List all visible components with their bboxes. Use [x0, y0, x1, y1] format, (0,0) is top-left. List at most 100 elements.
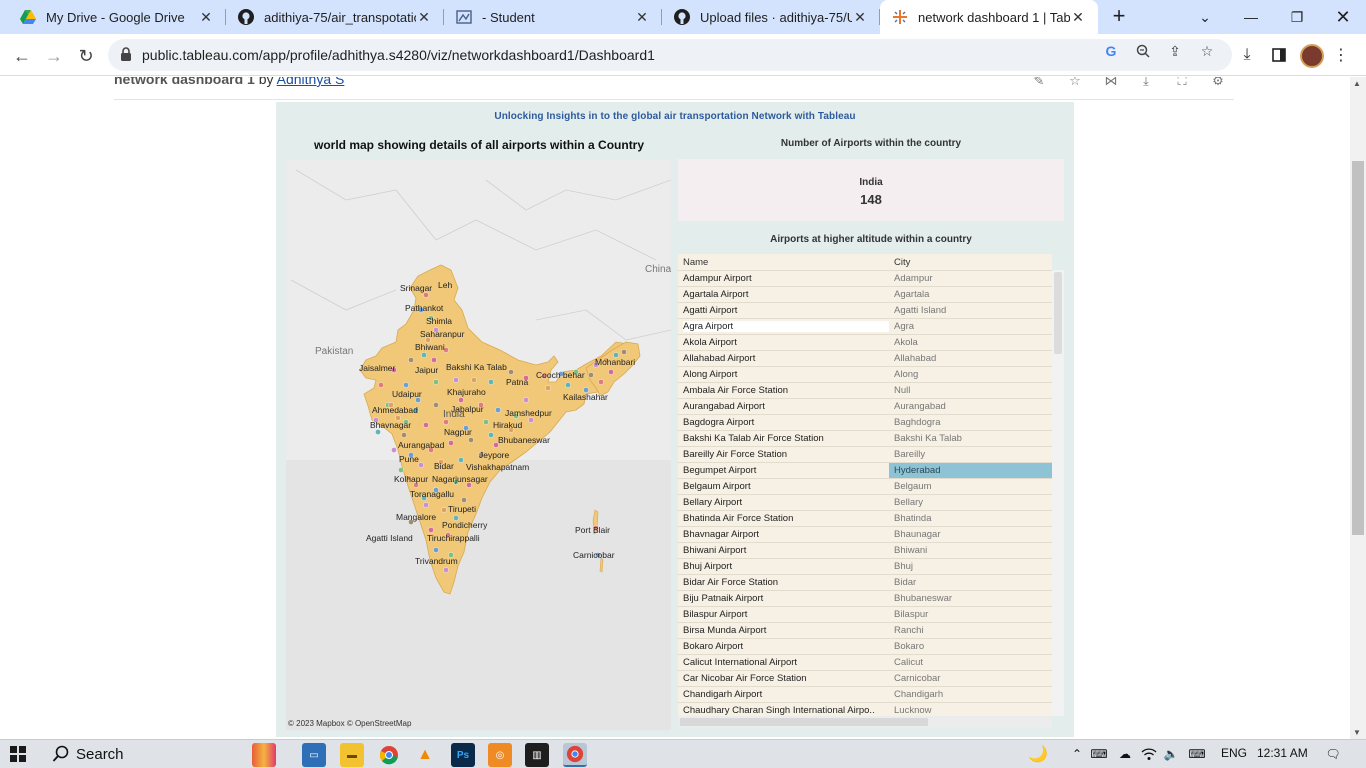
- keyboard-icon[interactable]: ⌨: [1188, 745, 1206, 763]
- table-row[interactable]: Bidar Air Force Station Bidar: [678, 574, 1052, 590]
- weather-icon[interactable]: 🌙: [1026, 745, 1050, 763]
- airport-marker[interactable]: [608, 369, 614, 375]
- airport-marker[interactable]: [458, 397, 464, 403]
- tab-search-chevron-icon[interactable]: ⌄: [1182, 0, 1228, 34]
- reload-icon[interactable]: ↻: [72, 42, 100, 70]
- close-tab-icon[interactable]: ✕: [198, 9, 214, 26]
- airport-marker[interactable]: [588, 372, 594, 378]
- photoshop-icon[interactable]: Ps: [451, 743, 475, 767]
- airport-marker[interactable]: [495, 407, 501, 413]
- table-row[interactable]: Bagdogra Airport Baghdogra: [678, 414, 1052, 430]
- column-header-name[interactable]: Name: [683, 257, 708, 268]
- tab-google-drive[interactable]: My Drive - Google Drive ✕: [8, 0, 226, 34]
- table-row[interactable]: Bhiwani Airport Bhiwani: [678, 542, 1052, 558]
- table-row[interactable]: Akola Airport Akola: [678, 334, 1052, 350]
- table-row[interactable]: Agartala Airport Agartala: [678, 286, 1052, 302]
- airport-marker[interactable]: [418, 462, 424, 468]
- airport-marker[interactable]: [398, 467, 404, 473]
- table-row[interactable]: Bhavnagar Airport Bhaunagar: [678, 526, 1052, 542]
- table-row[interactable]: Along Airport Along: [678, 366, 1052, 382]
- airport-marker[interactable]: [468, 437, 474, 443]
- table-row[interactable]: Biju Patnaik Airport Bhubaneswar: [678, 590, 1052, 606]
- airport-marker[interactable]: [378, 382, 384, 388]
- airport-marker[interactable]: [433, 402, 439, 408]
- minimize-button[interactable]: —: [1228, 0, 1274, 34]
- airport-marker[interactable]: [431, 357, 437, 363]
- download-icon[interactable]: ⤓: [1236, 44, 1258, 66]
- airport-marker[interactable]: [391, 447, 397, 453]
- windows-start-icon[interactable]: [10, 746, 26, 762]
- table-row[interactable]: Agatti Airport Agatti Island: [678, 302, 1052, 318]
- airport-marker[interactable]: [471, 377, 477, 383]
- airport-marker[interactable]: [458, 457, 464, 463]
- table-row[interactable]: Allahabad Airport Allahabad: [678, 350, 1052, 366]
- close-tab-icon[interactable]: ✕: [852, 9, 868, 26]
- table-row[interactable]: Bhuj Airport Bhuj: [678, 558, 1052, 574]
- airport-marker[interactable]: [508, 369, 514, 375]
- scroll-up-icon[interactable]: ▲: [1353, 79, 1361, 88]
- vlc-icon[interactable]: ▲: [413, 743, 437, 767]
- language-indicator[interactable]: ENG: [1221, 746, 1247, 760]
- airport-marker[interactable]: [545, 385, 551, 391]
- clock[interactable]: 12:31 AM: [1257, 746, 1308, 760]
- profile-avatar[interactable]: [1300, 44, 1324, 68]
- table-row[interactable]: Bilaspur Airport Bilaspur: [678, 606, 1052, 622]
- table-row[interactable]: Belgaum Airport Belgaum: [678, 478, 1052, 494]
- table-row[interactable]: Chaudhary Charan Singh International Air…: [678, 702, 1052, 716]
- author-link[interactable]: Adhithya S: [277, 77, 345, 87]
- airport-marker[interactable]: [523, 397, 529, 403]
- airport-marker[interactable]: [433, 547, 439, 553]
- tab-network-dashboard[interactable]: network dashboard 1 | Table ✕: [880, 0, 1098, 34]
- table-row[interactable]: Bhatinda Air Force Station Bhatinda: [678, 510, 1052, 526]
- table-row[interactable]: Chandigarh Airport Chandigarh: [678, 686, 1052, 702]
- table-vertical-scrollbar[interactable]: [1052, 270, 1064, 716]
- scroll-thumb[interactable]: [1054, 272, 1062, 354]
- app-icon[interactable]: ◎: [488, 743, 512, 767]
- airport-marker[interactable]: [598, 379, 604, 385]
- airport-marker[interactable]: [423, 292, 429, 298]
- media-app-icon[interactable]: ▥: [525, 743, 549, 767]
- side-panel-icon[interactable]: [1268, 44, 1290, 66]
- more-menu-icon[interactable]: ⋮: [1330, 44, 1352, 66]
- scroll-thumb[interactable]: [1352, 161, 1364, 535]
- restore-button[interactable]: ❐: [1274, 0, 1320, 34]
- table-row[interactable]: Birsa Munda Airport Ranchi: [678, 622, 1052, 638]
- wifi-icon[interactable]: [1140, 745, 1158, 763]
- table-row[interactable]: Aurangabad Airport Aurangabad: [678, 398, 1052, 414]
- close-tab-icon[interactable]: ✕: [634, 9, 650, 26]
- tab-student[interactable]: - Student ✕: [444, 0, 662, 34]
- airport-marker[interactable]: [488, 379, 494, 385]
- tab-github-upload[interactable]: Upload files · adithiya-75/Ur ✕: [662, 0, 880, 34]
- airport-marker[interactable]: [443, 419, 449, 425]
- desktop-app-icon[interactable]: ▭: [302, 743, 326, 767]
- tab-github-air-transportation[interactable]: adithiya-75/air_transpotation ✕: [226, 0, 444, 34]
- favorite-star-icon[interactable]: ☆: [1066, 77, 1084, 89]
- close-tab-icon[interactable]: ✕: [416, 9, 432, 26]
- airport-marker[interactable]: [528, 417, 534, 423]
- airports-table[interactable]: Name City Adampur Airport Adampur Agartala…: [678, 254, 1052, 716]
- airport-marker[interactable]: [441, 507, 447, 513]
- fullscreen-icon[interactable]: ⛶: [1173, 77, 1191, 89]
- table-row[interactable]: Car Nicobar Air Force Station Carnicobar: [678, 670, 1052, 686]
- airport-marker[interactable]: [448, 440, 454, 446]
- show-hidden-icons-chevron[interactable]: ⌃: [1068, 745, 1086, 763]
- forward-arrow-icon[interactable]: →: [40, 42, 68, 70]
- airport-marker[interactable]: [488, 432, 494, 438]
- scroll-thumb[interactable]: [680, 718, 928, 726]
- airport-map[interactable]: Srinagar Leh Pathankot Shimla Saharanpur Bhiw…: [286, 160, 671, 730]
- table-row[interactable]: Bakshi Ka Talab Air Force Station Bakshi …: [678, 430, 1052, 446]
- chrome-icon[interactable]: [377, 743, 401, 767]
- airport-marker[interactable]: [423, 422, 429, 428]
- bookmark-star-icon[interactable]: ☆: [1198, 42, 1216, 60]
- table-row[interactable]: Bellary Airport Bellary: [678, 494, 1052, 510]
- airport-marker[interactable]: [453, 377, 459, 383]
- airport-marker[interactable]: [408, 357, 414, 363]
- table-row[interactable]: Agra Airport Agra: [678, 318, 1052, 334]
- chrome-active-icon[interactable]: [563, 743, 587, 767]
- table-row[interactable]: Adampur Airport Adampur: [678, 270, 1052, 286]
- airport-marker[interactable]: [565, 382, 571, 388]
- google-lens-icon[interactable]: G: [1102, 42, 1120, 60]
- table-row[interactable]: Ambala Air Force Station Null: [678, 382, 1052, 398]
- airport-marker[interactable]: [461, 497, 467, 503]
- notifications-icon[interactable]: 🗨: [1324, 745, 1342, 763]
